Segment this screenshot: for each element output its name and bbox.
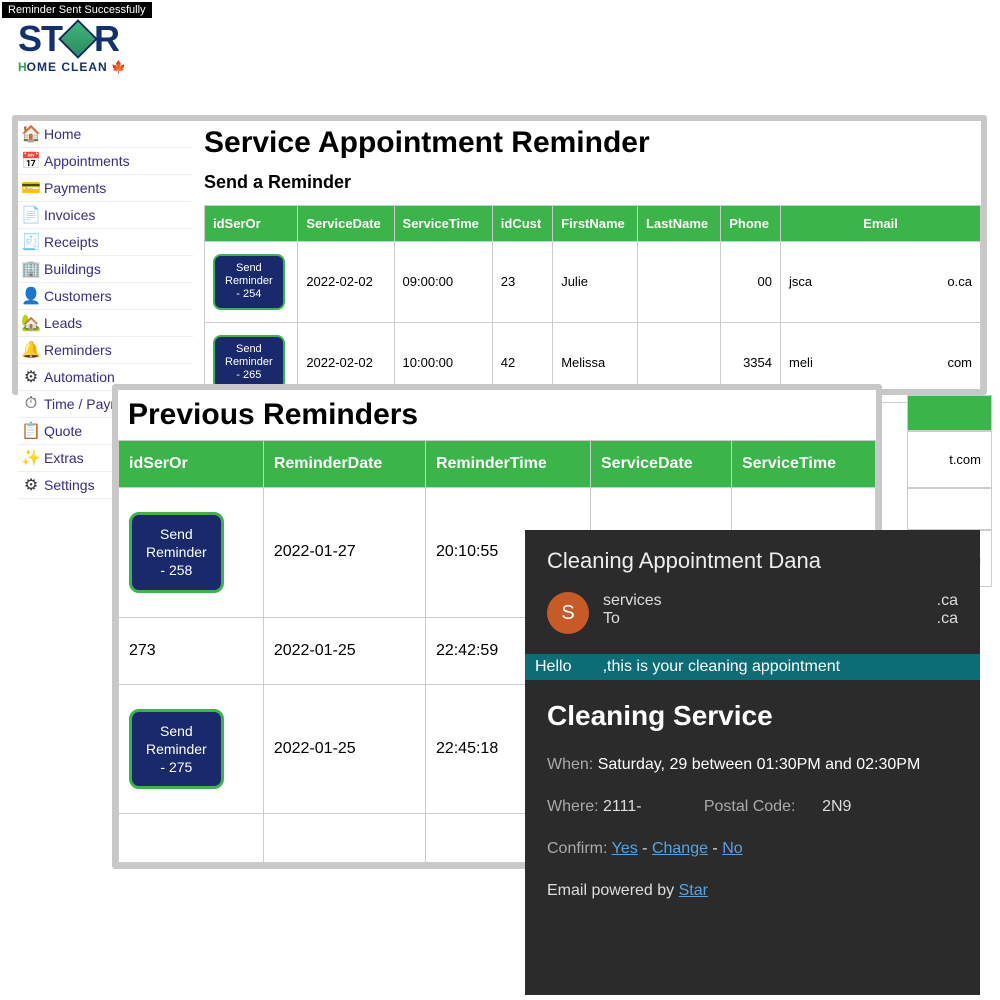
cell-rdate: 2022-01-25 bbox=[263, 617, 425, 684]
email-footer: Email powered by Star bbox=[547, 882, 958, 900]
confirm-change-link[interactable]: Change bbox=[652, 840, 708, 857]
sidebar-item-label: Quote bbox=[44, 423, 82, 439]
sidebar-item-label: Invoices bbox=[44, 207, 95, 223]
cell-idcust: 23 bbox=[492, 242, 552, 323]
home-icon: 🏠 bbox=[20, 123, 42, 145]
sidebar-item-label: Extras bbox=[44, 450, 84, 466]
sidebar-item-label: Appointments bbox=[44, 153, 130, 169]
sidebar-item-label: Payments bbox=[44, 180, 106, 196]
sidebar-item-leads[interactable]: 🏡Leads bbox=[18, 310, 193, 337]
th-lastname: LastName bbox=[637, 206, 720, 242]
email-when-row: When: Saturday, 29 between 01:30PM and 0… bbox=[547, 756, 958, 774]
th-servicetime: ServiceTime bbox=[394, 206, 492, 242]
logo-text-1: ST bbox=[18, 18, 62, 60]
th-phone: Phone bbox=[721, 206, 781, 242]
logo-sub-rest: OME CLEAN bbox=[27, 60, 108, 74]
email-from-domain: .ca bbox=[937, 592, 958, 610]
calendar-icon: 📅 bbox=[20, 150, 42, 172]
email-subject: Cleaning Appointment Dana bbox=[547, 548, 958, 574]
settings-icon: ⚙ bbox=[20, 474, 42, 496]
reminder-table: idSerOr ServiceDate ServiceTime idCust F… bbox=[204, 205, 981, 403]
th-idseror: idSerOr bbox=[119, 441, 264, 488]
table-row: SendReminder- 254 2022-02-02 09:00:00 23… bbox=[205, 242, 981, 323]
cell-rdate: 2022-01-25 bbox=[263, 684, 425, 814]
bell-icon: 🔔 bbox=[20, 339, 42, 361]
main-content: Service Appointment Reminder Send a Remi… bbox=[204, 126, 981, 403]
th-remindertime: ReminderTime bbox=[425, 441, 590, 488]
brand-logo: ST R HOME CLEAN 🍁 bbox=[18, 18, 126, 74]
sidebar-item-label: Automation bbox=[44, 369, 115, 385]
confirm-no-link[interactable]: No bbox=[722, 840, 742, 857]
th-idseror: idSerOr bbox=[205, 206, 298, 242]
th-servicedate: ServiceDate bbox=[591, 441, 732, 488]
avatar: S bbox=[547, 592, 589, 634]
email-where-row: Where: 2111- Postal Code: 2N9 bbox=[547, 798, 958, 816]
ghost-cell: t.com bbox=[907, 431, 992, 488]
main-panel: 🏠Home 📅Appointments 💳Payments 📄Invoices … bbox=[12, 115, 987, 395]
sidebar-item-reminders[interactable]: 🔔Reminders bbox=[18, 337, 193, 364]
th-servicedate: ServiceDate bbox=[298, 206, 394, 242]
sidebar-item-receipts[interactable]: 🧾Receipts bbox=[18, 229, 193, 256]
receipt-icon: 🧾 bbox=[20, 231, 42, 253]
cell-date: 2022-02-02 bbox=[298, 242, 394, 323]
email-footer-link[interactable]: Star bbox=[679, 882, 708, 899]
previous-title: Previous Reminders bbox=[118, 390, 876, 440]
confirm-yes-link[interactable]: Yes bbox=[612, 840, 638, 857]
page-title: Service Appointment Reminder bbox=[204, 126, 981, 160]
send-reminder-button[interactable]: SendReminder- 275 bbox=[129, 709, 224, 790]
logo-sub-h: H bbox=[18, 60, 27, 74]
house-icon: 🏡 bbox=[20, 312, 42, 334]
sidebar-item-home[interactable]: 🏠Home bbox=[18, 121, 193, 148]
email-from: services bbox=[603, 592, 662, 610]
sidebar-item-payments[interactable]: 💳Payments bbox=[18, 175, 193, 202]
building-icon: 🏢 bbox=[20, 258, 42, 280]
toast-success: Reminder Sent Successfully bbox=[2, 2, 152, 18]
cell-email: jscao.ca bbox=[781, 242, 981, 323]
section-subtitle: Send a Reminder bbox=[204, 172, 981, 193]
sidebar-item-label: Buildings bbox=[44, 261, 101, 277]
cell-rdate: 2022-01-27 bbox=[263, 488, 425, 618]
sidebar-item-appointments[interactable]: 📅Appointments bbox=[18, 148, 193, 175]
sidebar-item-invoices[interactable]: 📄Invoices bbox=[18, 202, 193, 229]
sidebar-item-customers[interactable]: 👤Customers bbox=[18, 283, 193, 310]
sidebar-item-label: Customers bbox=[44, 288, 112, 304]
send-reminder-button[interactable]: SendReminder- 254 bbox=[213, 254, 285, 310]
sidebar-item-label: Receipts bbox=[44, 234, 98, 250]
th-email: Email bbox=[781, 206, 981, 242]
email-preview: Cleaning Appointment Dana S services.ca … bbox=[525, 530, 980, 995]
sidebar-item-buildings[interactable]: 🏢Buildings bbox=[18, 256, 193, 283]
sparkle-icon: ✨ bbox=[20, 447, 42, 469]
cell-id: 273 bbox=[119, 617, 264, 684]
cell-first: Julie bbox=[553, 242, 638, 323]
sidebar-item-label: Leads bbox=[44, 315, 82, 331]
card-icon: 💳 bbox=[20, 177, 42, 199]
email-body-title: Cleaning Service bbox=[547, 700, 958, 732]
email-confirm-row: Confirm: Yes - Change - No bbox=[547, 840, 958, 858]
invoice-icon: 📄 bbox=[20, 204, 42, 226]
diamond-icon bbox=[58, 19, 98, 59]
th-reminderdate: ReminderDate bbox=[263, 441, 425, 488]
cell-phone: 00 bbox=[721, 242, 781, 323]
send-reminder-button[interactable]: SendReminder- 258 bbox=[129, 512, 224, 593]
sidebar-item-label: Reminders bbox=[44, 342, 112, 358]
send-reminder-button[interactable]: SendReminder- 265 bbox=[213, 335, 285, 391]
maple-leaf-icon: 🍁 bbox=[111, 60, 126, 74]
email-to-label: To bbox=[603, 610, 620, 628]
sidebar-item-label: Home bbox=[44, 126, 81, 142]
cell-time: 09:00:00 bbox=[394, 242, 492, 323]
th-idcust: idCust bbox=[492, 206, 552, 242]
th-firstname: FirstName bbox=[553, 206, 638, 242]
greeting-bar: Hello ,this is your cleaning appointment bbox=[525, 654, 980, 680]
sidebar-item-label: Settings bbox=[44, 477, 95, 493]
clipboard-icon: 📋 bbox=[20, 420, 42, 442]
person-icon: 👤 bbox=[20, 285, 42, 307]
cell-last bbox=[637, 242, 720, 323]
email-to-domain: .ca bbox=[937, 610, 958, 628]
gear-icon: ⚙ bbox=[20, 366, 42, 388]
clock-icon: ⏱ bbox=[20, 393, 42, 415]
th-servicetime: ServiceTime bbox=[731, 441, 875, 488]
